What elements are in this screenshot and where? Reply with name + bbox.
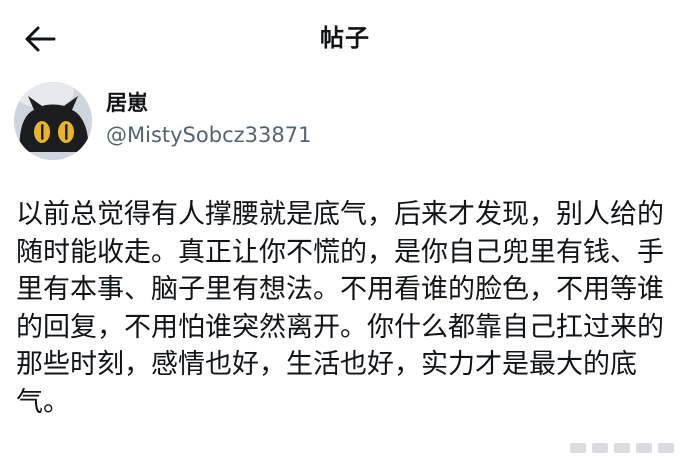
author-display-name[interactable]: 居崽 xyxy=(106,88,148,118)
watermark xyxy=(570,440,680,456)
cat-avatar-icon xyxy=(14,82,92,160)
post-body-text: 以前总觉得有人撑腰就是底气，后来才发现，别人给的随时能收走。真正让你不慌的，是你… xyxy=(16,199,664,418)
post-author: 居崽 @MistySobcz33871 xyxy=(14,82,674,162)
author-handle[interactable]: @MistySobcz33871 xyxy=(106,120,311,150)
avatar[interactable] xyxy=(14,82,92,160)
top-bar: 帖子 xyxy=(0,0,690,76)
page-title: 帖子 xyxy=(320,24,370,52)
